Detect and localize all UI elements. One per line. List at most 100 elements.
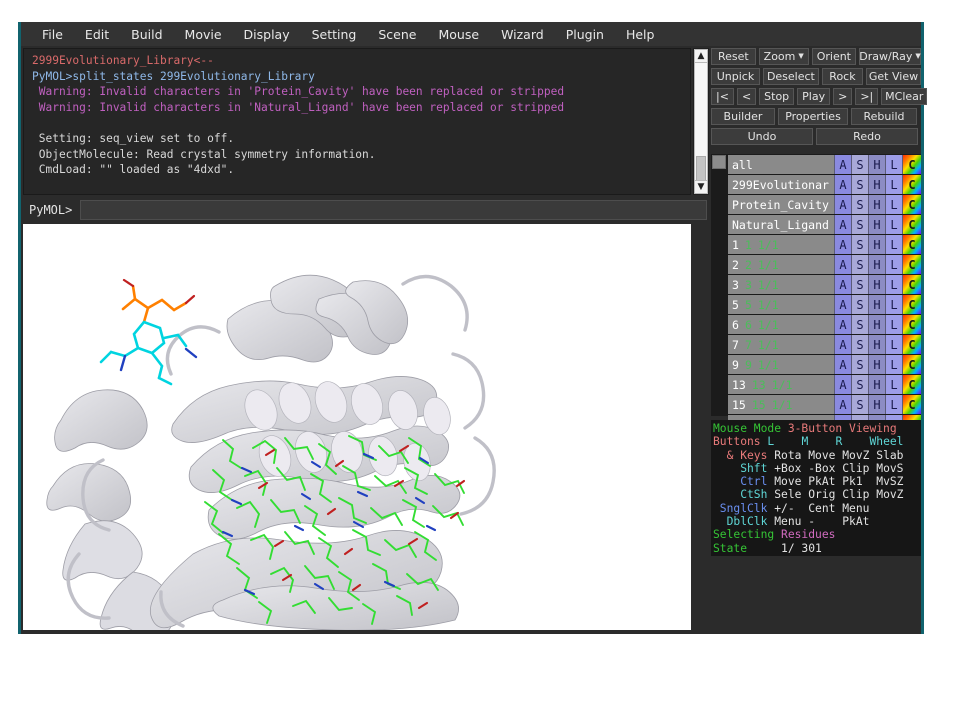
object-control-l[interactable]: L <box>885 175 902 194</box>
console-scrollbar[interactable]: ▲ ▼ <box>693 48 709 195</box>
object-name[interactable]: 111/1 <box>728 235 834 254</box>
button-properties[interactable]: Properties <box>778 108 848 125</box>
button-rock[interactable]: Rock <box>822 68 863 85</box>
object-control-h[interactable]: H <box>868 315 885 334</box>
menu-item-help[interactable]: Help <box>615 25 666 44</box>
object-control-h[interactable]: H <box>868 355 885 374</box>
object-row[interactable]: Natural_LigandASHLC <box>728 215 921 234</box>
object-control-l[interactable]: L <box>885 335 902 354</box>
button-orient[interactable]: Orient <box>812 48 856 65</box>
button-draw-ray[interactable]: Draw/Ray▼ <box>859 48 921 65</box>
object-name[interactable]: Protein_Cavity <box>728 195 834 214</box>
object-control-c[interactable]: C <box>902 215 921 234</box>
object-control-h[interactable]: H <box>868 275 885 294</box>
object-row[interactable]: 13131/1ASHLC <box>728 375 921 394</box>
button-get-view[interactable]: Get View <box>866 68 921 85</box>
scrollbar-track[interactable] <box>694 63 708 180</box>
object-control-s[interactable]: S <box>851 355 868 374</box>
object-control-l[interactable]: L <box>885 235 902 254</box>
object-control-c[interactable]: C <box>902 195 921 214</box>
object-control-l[interactable]: L <box>885 275 902 294</box>
object-control-a[interactable]: A <box>834 255 851 274</box>
object-control-a[interactable]: A <box>834 375 851 394</box>
object-control-l[interactable]: L <box>885 295 902 314</box>
object-control-c[interactable]: C <box>902 395 921 414</box>
button-stop[interactable]: Stop <box>759 88 794 105</box>
object-control-h[interactable]: H <box>868 215 885 234</box>
button-redo[interactable]: Redo <box>816 128 918 145</box>
molecular-viewport[interactable] <box>23 224 691 630</box>
object-list-panel[interactable]: allASHLC299EvolutionarASHLCProtein_Cavit… <box>711 154 921 416</box>
object-control-a[interactable]: A <box>834 295 851 314</box>
object-control-a[interactable]: A <box>834 395 851 414</box>
object-name[interactable]: 661/1 <box>728 315 834 334</box>
button-zoom[interactable]: Zoom▼ <box>759 48 809 65</box>
menu-item-setting[interactable]: Setting <box>301 25 368 44</box>
object-control-a[interactable]: A <box>834 335 851 354</box>
menu-item-build[interactable]: Build <box>120 25 173 44</box>
object-control-s[interactable]: S <box>851 275 868 294</box>
object-control-l[interactable]: L <box>885 195 902 214</box>
object-control-a[interactable]: A <box>834 235 851 254</box>
object-control-a[interactable]: A <box>834 175 851 194</box>
button-[interactable]: |< <box>711 88 734 105</box>
menu-item-wizard[interactable]: Wizard <box>490 25 555 44</box>
button-rebuild[interactable]: Rebuild <box>851 108 917 125</box>
object-control-c[interactable]: C <box>902 315 921 334</box>
object-control-s[interactable]: S <box>851 315 868 334</box>
scroll-up-arrow-icon[interactable]: ▲ <box>694 49 708 63</box>
button-unpick[interactable]: Unpick <box>711 68 760 85</box>
object-control-c[interactable]: C <box>902 295 921 314</box>
button-mclear[interactable]: MClear <box>881 88 927 105</box>
object-control-s[interactable]: S <box>851 215 868 234</box>
button-[interactable]: < <box>737 88 756 105</box>
object-control-c[interactable]: C <box>902 335 921 354</box>
object-control-c[interactable]: C <box>902 235 921 254</box>
object-control-c[interactable]: C <box>902 175 921 194</box>
menu-item-file[interactable]: File <box>31 25 74 44</box>
object-control-s[interactable]: S <box>851 195 868 214</box>
object-row[interactable]: 331/1ASHLC <box>728 275 921 294</box>
menu-item-scene[interactable]: Scene <box>367 25 427 44</box>
object-row[interactable]: 661/1ASHLC <box>728 315 921 334</box>
menu-item-edit[interactable]: Edit <box>74 25 120 44</box>
object-control-h[interactable]: H <box>868 335 885 354</box>
menu-item-mouse[interactable]: Mouse <box>428 25 491 44</box>
object-control-l[interactable]: L <box>885 355 902 374</box>
object-row[interactable]: 551/1ASHLC <box>728 295 921 314</box>
object-control-c[interactable]: C <box>902 355 921 374</box>
object-control-s[interactable]: S <box>851 155 868 174</box>
object-control-c[interactable]: C <box>902 155 921 174</box>
object-row[interactable]: 991/1ASHLC <box>728 355 921 374</box>
object-row[interactable]: 15151/1ASHLC <box>728 395 921 414</box>
object-row[interactable]: 299EvolutionarASHLC <box>728 175 921 194</box>
object-control-s[interactable]: S <box>851 335 868 354</box>
console-output-panel[interactable]: 2999Evolutionary_Library<--PyMOL>split_s… <box>23 48 691 195</box>
menu-item-plugin[interactable]: Plugin <box>555 25 615 44</box>
object-control-h[interactable]: H <box>868 255 885 274</box>
object-panel-scroll-handle[interactable] <box>712 155 726 169</box>
object-control-c[interactable]: C <box>902 375 921 394</box>
menu-item-movie[interactable]: Movie <box>174 25 233 44</box>
object-row[interactable]: 771/1ASHLC <box>728 335 921 354</box>
object-control-s[interactable]: S <box>851 235 868 254</box>
object-name[interactable]: 331/1 <box>728 275 834 294</box>
object-name[interactable]: 221/1 <box>728 255 834 274</box>
object-name[interactable]: 991/1 <box>728 355 834 374</box>
object-row[interactable]: 221/1ASHLC <box>728 255 921 274</box>
button-builder[interactable]: Builder <box>711 108 775 125</box>
object-control-l[interactable]: L <box>885 395 902 414</box>
object-control-a[interactable]: A <box>834 275 851 294</box>
object-control-c[interactable]: C <box>902 255 921 274</box>
object-control-s[interactable]: S <box>851 295 868 314</box>
button-[interactable]: > <box>833 88 852 105</box>
object-control-h[interactable]: H <box>868 375 885 394</box>
object-control-s[interactable]: S <box>851 395 868 414</box>
object-control-a[interactable]: A <box>834 355 851 374</box>
object-control-l[interactable]: L <box>885 375 902 394</box>
object-name[interactable]: 299Evolutionar <box>728 175 834 194</box>
object-control-s[interactable]: S <box>851 375 868 394</box>
object-name[interactable]: Natural_Ligand <box>728 215 834 234</box>
object-row[interactable]: 111/1ASHLC <box>728 235 921 254</box>
object-control-a[interactable]: A <box>834 215 851 234</box>
